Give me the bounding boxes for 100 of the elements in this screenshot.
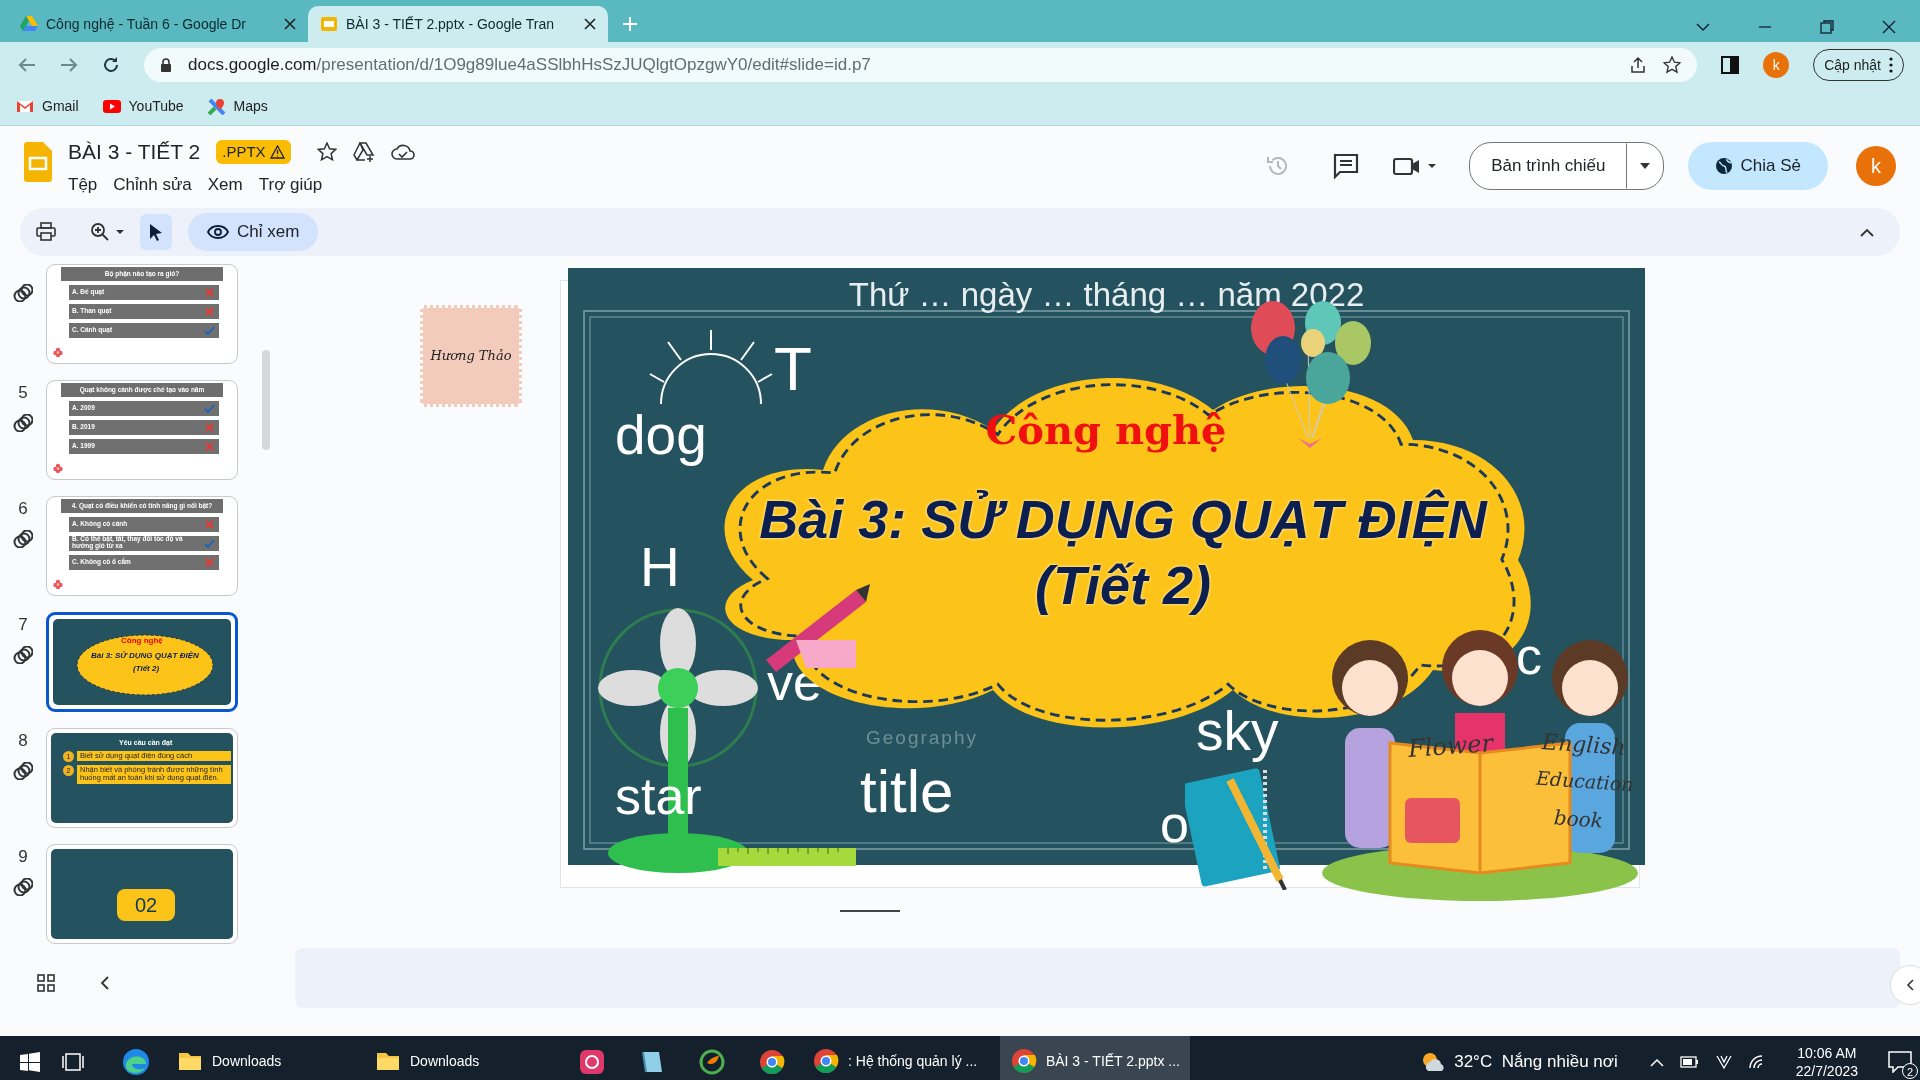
chrome-icon <box>758 1048 786 1076</box>
star-icon[interactable] <box>316 141 337 162</box>
battery-icon[interactable] <box>1679 1056 1700 1068</box>
scrollbar[interactable] <box>262 350 270 450</box>
browser-wave-icon <box>122 1048 150 1076</box>
back-arrow-icon[interactable] <box>18 57 36 73</box>
bookmark-link[interactable]: YouTube <box>102 96 184 117</box>
slides-icon <box>320 15 338 33</box>
chrome-icon <box>812 1047 840 1075</box>
windows-start-icon[interactable] <box>20 1052 40 1072</box>
link-icon <box>13 529 33 548</box>
section-number: 02 <box>117 889 176 921</box>
notification-count: 2 <box>1902 1063 1918 1079</box>
v-logo-icon[interactable] <box>1715 1054 1732 1070</box>
browser-tab[interactable]: Công nghệ - Tuần 6 - Google Dr <box>8 6 308 42</box>
slide-thumbnail[interactable]: Công nghệ Bài 3: SỬ DỤNG QUẠT ĐIỆN (Tiết 2) <box>46 612 238 712</box>
cross-icon <box>205 422 214 432</box>
mail-icon <box>16 98 34 115</box>
document-title[interactable]: BÀI 3 - TIẾT 2 <box>68 136 201 168</box>
book-word: Flower <box>1407 731 1494 761</box>
subtitle-text: (Tiết 2) <box>133 665 160 673</box>
share-button[interactable]: Chia Sẻ <box>1687 142 1828 190</box>
chalk-word: star <box>615 770 702 822</box>
menu-item[interactable]: Trợ giúp <box>258 171 323 197</box>
speaker-notes-field[interactable] <box>295 948 1900 1008</box>
close-icon[interactable] <box>584 18 596 30</box>
slide-number: 7 <box>18 614 28 636</box>
chevron-up-icon[interactable] <box>1649 1057 1664 1067</box>
triangle-logo-icon <box>20 15 38 33</box>
chalk-word: o <box>1160 798 1189 850</box>
drive-add-icon[interactable] <box>352 141 375 162</box>
chevron-left-icon[interactable] <box>100 976 110 990</box>
slide-number: 6 <box>18 498 28 520</box>
warning-icon <box>269 144 285 159</box>
chevron-down-icon[interactable] <box>1696 22 1710 32</box>
cross-icon <box>205 557 214 567</box>
restore-icon[interactable] <box>1820 20 1834 34</box>
cloud-check-icon[interactable] <box>390 142 415 161</box>
bookmark-link[interactable]: Maps <box>207 96 268 117</box>
link-icon <box>13 645 33 664</box>
slide-number: 9 <box>18 846 28 868</box>
print-icon[interactable] <box>36 222 56 242</box>
eye-icon <box>207 225 229 239</box>
flower-icon <box>53 347 63 357</box>
task-view-icon[interactable] <box>62 1052 84 1072</box>
taskbar-button[interactable]: : Hệ thống quản lý ... <box>802 1036 992 1080</box>
book-word: Education <box>1535 768 1635 795</box>
check-icon <box>204 403 215 413</box>
video-camera-icon[interactable] <box>1393 155 1438 177</box>
address-field[interactable]: docs.google.com/presentation/d/1O9g89lue4aSSlbhHsSzJUQlgtOpzgwY0/edit#slide=id.p7 <box>144 48 1698 82</box>
cross-icon <box>205 306 214 316</box>
chalk-word: Geography <box>866 728 978 747</box>
check-icon <box>204 538 215 548</box>
collapse-icon[interactable] <box>1860 227 1874 237</box>
chalk-word: title <box>860 762 954 822</box>
reload-icon[interactable] <box>102 56 120 74</box>
share-icon[interactable] <box>1629 56 1648 74</box>
subject-text: Công nghệ <box>121 637 163 645</box>
more-icon <box>1889 57 1893 73</box>
flower-icon <box>53 463 63 473</box>
weather-widget[interactable]: 32°C Nắng nhiều nơi <box>1420 1049 1618 1075</box>
chrome-icon <box>1010 1047 1038 1075</box>
flower-icon <box>53 579 63 589</box>
check-icon <box>204 325 215 335</box>
cross-icon <box>205 441 214 451</box>
side-panel-icon[interactable] <box>1721 56 1740 74</box>
taskbar-button[interactable]: Downloads <box>364 1036 554 1080</box>
close-icon[interactable] <box>284 18 296 30</box>
url-text: docs.google.com/presentation/d/1O9g89lue4aSSlbhHsSzJUQlgtOpzgwY0/edit#slide=id.p7 <box>188 54 872 77</box>
bookmark-link[interactable]: Gmail <box>16 96 79 117</box>
caret-down-icon <box>1639 163 1650 169</box>
view-only-button[interactable]: Chỉ xem <box>188 213 319 251</box>
logo-name: Hương Thảo <box>430 347 512 366</box>
link-icon <box>13 761 33 780</box>
chevron-left-icon <box>1906 979 1914 991</box>
slide-number: 5 <box>18 382 28 404</box>
comment-icon[interactable] <box>1333 153 1360 179</box>
book-word: English <box>1541 731 1627 759</box>
menu-item[interactable]: Tệp <box>68 171 98 197</box>
taskbar-button[interactable]: Downloads <box>166 1036 356 1080</box>
globe-icon <box>1714 157 1733 175</box>
zoom-icon[interactable] <box>90 222 124 242</box>
pointer-tool-button[interactable] <box>140 214 172 250</box>
cross-icon <box>205 287 214 297</box>
clock[interactable]: 10:06 AM 22/7/2023 <box>1795 1043 1858 1080</box>
star-icon[interactable] <box>1663 56 1682 74</box>
slide-number: 8 <box>18 730 28 752</box>
close-icon[interactable] <box>1882 20 1896 34</box>
file-type-badge[interactable]: .PPTX <box>216 139 291 164</box>
menu-item[interactable]: Xem <box>207 171 243 197</box>
menu-item[interactable]: Chỉnh sửa <box>113 171 192 197</box>
forward-arrow-icon[interactable] <box>60 57 78 73</box>
slide-thumbnail[interactable]: 02 <box>46 844 238 944</box>
title-text: Bài 3: SỬ DỤNG QUẠT ĐIỆN <box>91 652 199 660</box>
grid-view-icon[interactable] <box>37 974 55 992</box>
browser-tab[interactable]: BÀI 3 - TIẾT 2.pptx - Google Tran <box>308 6 608 42</box>
taskbar-button[interactable]: BÀI 3 - TIẾT 2.pptx ... <box>1000 1036 1190 1080</box>
link-icon <box>13 413 33 432</box>
cursor-icon <box>149 223 163 241</box>
link-icon <box>13 284 33 302</box>
